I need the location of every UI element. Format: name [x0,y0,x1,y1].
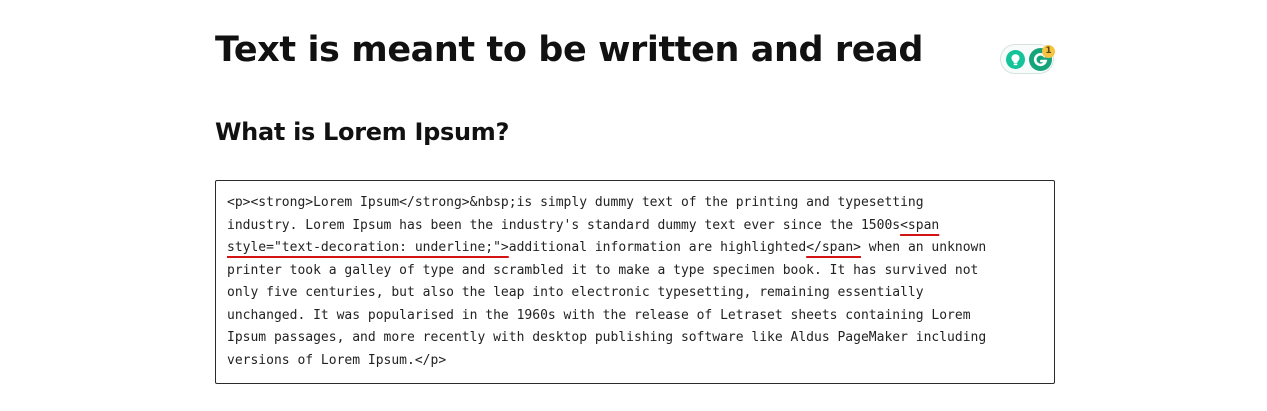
code-text-segment: when an unknown [860,240,987,255]
suggestion-bulb-icon[interactable] [1006,50,1025,69]
editor-page: Text is meant to be written and read 1 W… [0,0,1267,411]
code-text-segment: unchanged. It was popularised in the 196… [227,307,971,323]
code-text-segment: only five centuries, but also the leap i… [227,285,924,300]
code-text-segment: additional information are highlighted [508,240,807,255]
code-text: <p><strong>Lorem Ipsum</strong>&nbsp;is … [227,192,986,372]
page-title: Text is meant to be written and read [215,30,924,70]
code-text-segment: <p><strong>Lorem Ipsum</strong>&nbsp;is … [227,195,924,210]
code-line: <p><strong>Lorem Ipsum</strong>&nbsp;is … [227,192,986,215]
flagged-text: <span [900,217,940,233]
code-line: printer took a galley of type and scramb… [227,260,986,283]
code-line: unchanged. It was popularised in the 196… [227,305,986,328]
code-text-segment: industry. Lorem Ipsum has been the indus… [227,217,901,233]
code-line: versions of Lorem Ipsum.</p> [227,350,986,373]
code-line: industry. Lorem Ipsum has been the indus… [227,215,986,238]
code-line: only five centuries, but also the leap i… [227,282,986,305]
code-line: Ipsum passages, and more recently with d… [227,327,986,350]
flagged-text: style="text-decoration: underline;"> [227,240,509,255]
notification-badge: 1 [1042,45,1055,58]
flagged-text: </span> [806,240,861,255]
code-line: style="text-decoration: underline;">addi… [227,237,986,260]
code-text-segment: Ipsum passages, and more recently with d… [227,330,987,345]
code-block[interactable]: <p><strong>Lorem Ipsum</strong>&nbsp;is … [215,180,1055,384]
code-text-segment: versions of Lorem Ipsum.</p> [227,352,447,368]
section-heading: What is Lorem Ipsum? [215,118,510,146]
code-text-segment: printer took a galley of type and scramb… [227,262,979,278]
